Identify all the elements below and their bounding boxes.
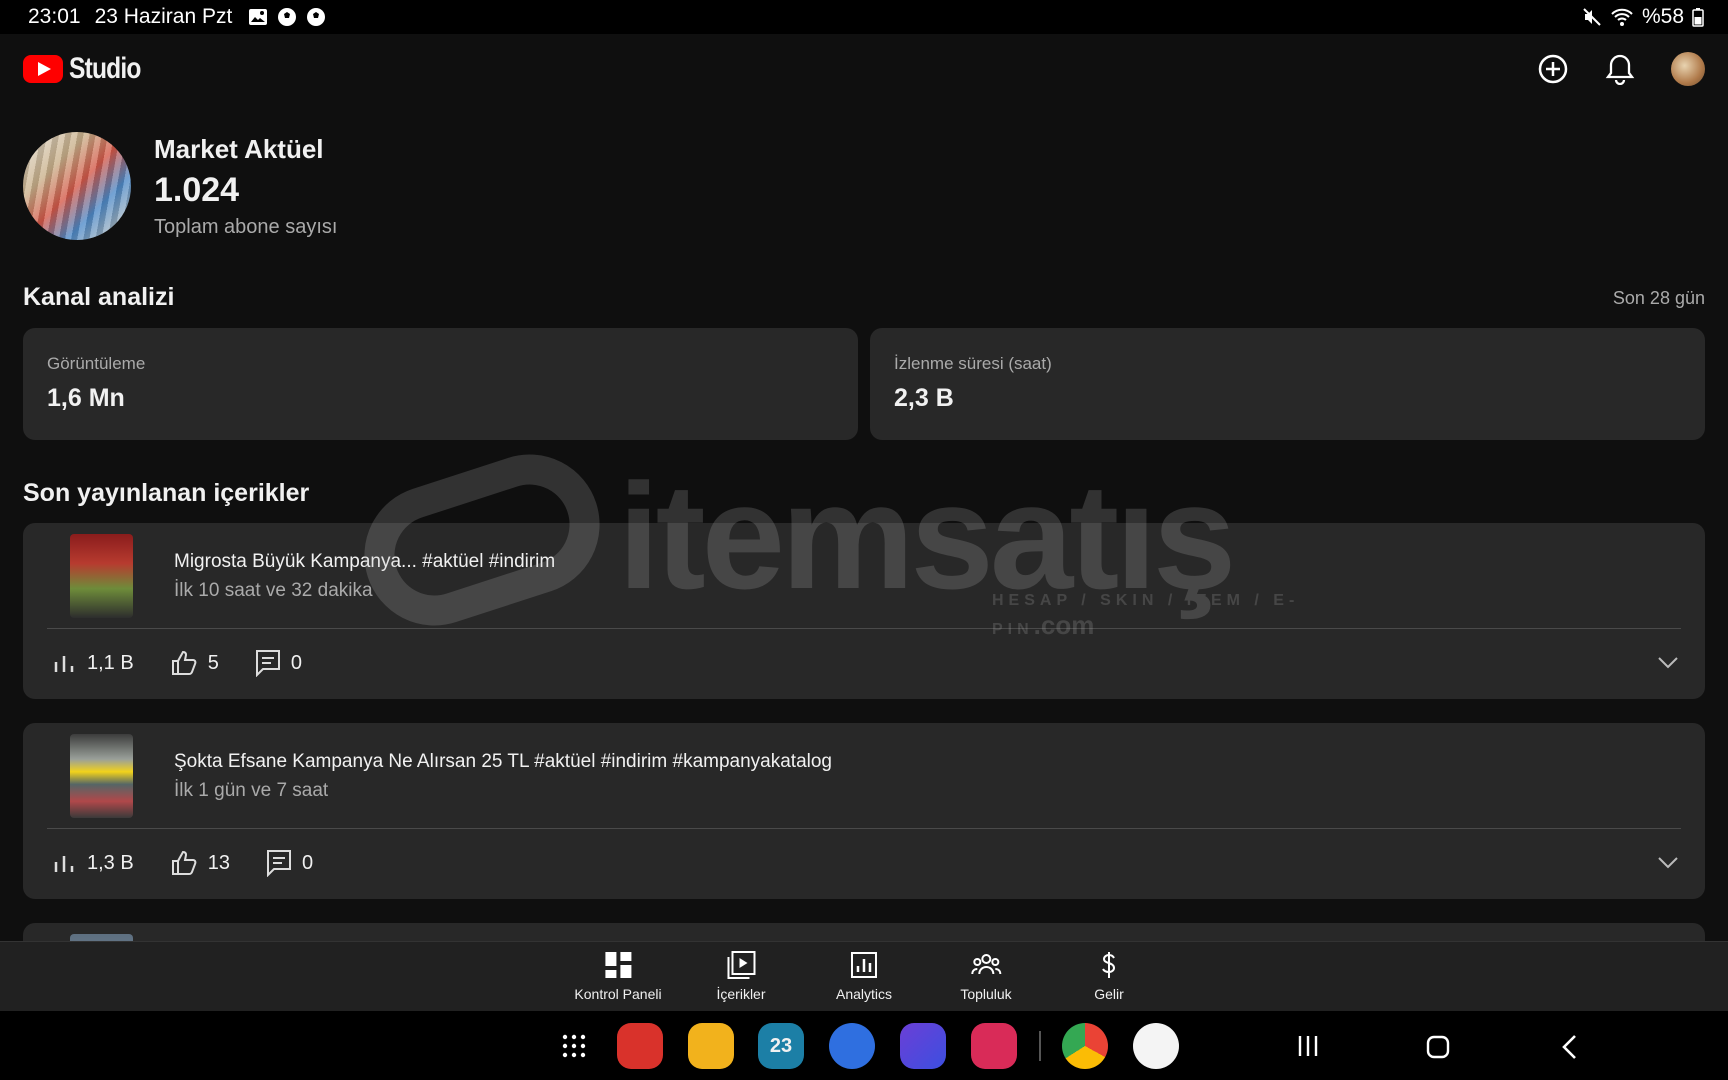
metric-value: 1,6 Mn [47, 384, 125, 412]
analytics-icon [851, 952, 877, 978]
subscriber-label: Toplam abone sayısı [154, 215, 338, 238]
app-header: Studio [0, 34, 1728, 104]
like-icon [171, 850, 197, 875]
likes-count: 5 [207, 651, 219, 674]
bottom-navigation: Kontrol Paneli İçerikler Analytics Toplu… [0, 941, 1728, 1011]
recent-content-title: Son yayınlanan içerikler [23, 479, 310, 507]
logo-text: Studio [69, 52, 141, 85]
community-icon [971, 954, 1001, 975]
chrome-app-icon[interactable] [1062, 1023, 1108, 1069]
video-thumbnail[interactable] [70, 534, 133, 618]
views-count: 1,1 B [87, 651, 134, 674]
football-icon [278, 8, 297, 26]
nav-dashboard[interactable]: Kontrol Paneli [574, 950, 662, 1002]
chevron-down-icon[interactable] [1657, 656, 1679, 670]
video-thumbnail[interactable] [70, 734, 133, 818]
video-title: Migrosta Büyük Kampanya... #aktüel #indi… [174, 551, 556, 572]
dock-separator [1039, 1031, 1041, 1061]
home-icon[interactable] [1425, 1034, 1451, 1060]
divider [47, 628, 1681, 629]
app-drawer-icon[interactable] [561, 1033, 587, 1059]
mute-icon [1583, 8, 1601, 26]
status-bar: 23:01 23 Haziran Pzt %58 [0, 0, 1728, 34]
content-icon [726, 951, 755, 979]
content-card[interactable]: Migrosta Büyük Kampanya... #aktüel #indi… [23, 523, 1705, 699]
calendar-app-icon[interactable]: 23 [758, 1023, 804, 1069]
account-avatar[interactable] [1671, 52, 1705, 86]
channel-name: Market Aktüel [154, 133, 324, 164]
status-date: 23 Haziran Pzt [94, 5, 233, 28]
nav-community[interactable]: Topluluk [960, 950, 1012, 1002]
channel-avatar[interactable] [23, 132, 131, 240]
nav-label: Topluluk [960, 986, 1012, 1002]
likes-count: 13 [207, 851, 230, 874]
youtube-play-icon [23, 55, 63, 83]
youtube-studio-logo[interactable]: Studio [23, 52, 156, 86]
metric-label: İzlenme süresi (saat) [894, 354, 1052, 373]
comments-count: 0 [290, 651, 302, 674]
notifications-bell-icon[interactable] [1605, 53, 1635, 85]
views-icon [54, 856, 74, 872]
channel-header: Market Aktüel 1.024 Toplam abone sayısı [23, 132, 337, 240]
dashboard-icon [604, 952, 631, 978]
battery-level: %58 [1641, 5, 1684, 28]
comment-icon [255, 650, 280, 677]
messages-app-icon[interactable] [829, 1023, 875, 1069]
calendar-day: 23 [769, 1034, 793, 1057]
android-taskbar: 23 [0, 1011, 1728, 1080]
divider [47, 828, 1681, 829]
video-period: İlk 10 saat ve 32 dakika [174, 580, 373, 601]
comments-count: 0 [301, 851, 314, 874]
nav-label: Analytics [835, 986, 893, 1002]
subscriber-count: 1.024 [154, 170, 240, 209]
files-app-icon[interactable] [688, 1023, 734, 1069]
views-count: 1,3 B [87, 851, 134, 874]
video-title: Şokta Efsane Kampanya Ne Alırsan 25 TL #… [174, 751, 832, 772]
nav-label: İçerikler [716, 986, 766, 1002]
recent-apps-icon[interactable] [1296, 1034, 1320, 1058]
nav-content[interactable]: İçerikler [716, 950, 766, 1002]
notes-app-icon[interactable] [617, 1023, 663, 1069]
back-icon[interactable] [1560, 1034, 1578, 1060]
chevron-down-icon[interactable] [1657, 856, 1679, 870]
gallery-icon [249, 9, 268, 25]
battery-icon [1692, 8, 1704, 27]
wifi-icon [1611, 8, 1633, 26]
camera-app-icon[interactable] [971, 1023, 1017, 1069]
comment-icon [266, 850, 291, 877]
status-time: 23:01 [28, 5, 81, 28]
nav-earn[interactable]: Gelir [1094, 950, 1124, 1002]
notification-icons [248, 7, 326, 27]
views-icon [54, 656, 74, 672]
nav-label: Gelir [1094, 986, 1124, 1002]
earn-icon [1102, 952, 1116, 978]
analytics-title: Kanal analizi [23, 283, 175, 311]
chatgpt-app-icon[interactable] [1133, 1023, 1179, 1069]
nav-analytics[interactable]: Analytics [836, 950, 892, 1002]
metric-label: Görüntüleme [47, 354, 146, 373]
content-card[interactable]: Şokta Efsane Kampanya Ne Alırsan 25 TL #… [23, 723, 1705, 899]
metric-value: 2,3 B [894, 384, 954, 412]
video-period: İlk 1 gün ve 7 saat [174, 780, 329, 801]
watch-time-card[interactable]: İzlenme süresi (saat) 2,3 B [870, 328, 1705, 440]
analytics-period: Son 28 gün [1612, 288, 1705, 308]
like-icon [171, 650, 197, 675]
create-button[interactable] [1537, 53, 1569, 85]
football-icon [307, 8, 326, 26]
internet-app-icon[interactable] [900, 1023, 946, 1069]
views-card[interactable]: Görüntüleme 1,6 Mn [23, 328, 858, 440]
nav-label: Kontrol Paneli [574, 986, 662, 1002]
